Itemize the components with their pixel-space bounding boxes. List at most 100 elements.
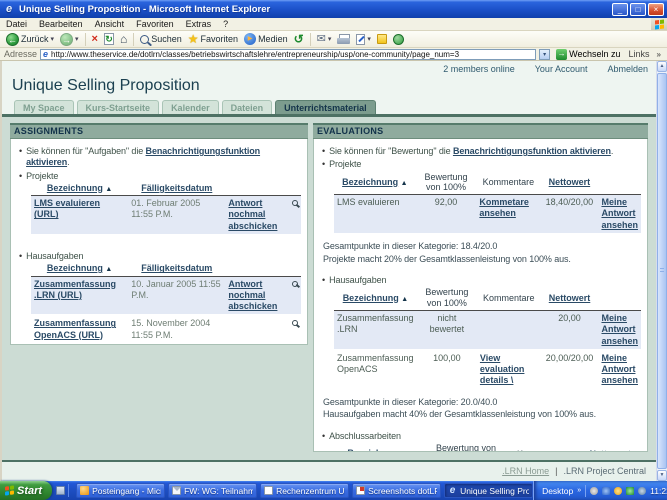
assignment-link[interactable]: Zusammenfassung OpenACS (URL) <box>34 318 116 339</box>
print-button[interactable] <box>335 32 352 47</box>
tab-kalender[interactable]: Kalender <box>162 100 219 114</box>
sort-header-bezeichnung[interactable]: Bezeichnung <box>47 263 103 273</box>
task-button-posteingang[interactable]: Posteingang - Micros... <box>76 483 166 498</box>
logout-link[interactable]: Abmelden <box>607 64 648 74</box>
sort-header-faelligkeitsdatum[interactable]: Fälligkeitsdatum <box>141 183 212 193</box>
go-button[interactable]: → Wechseln zu <box>553 48 623 60</box>
tab-unterrichtsmaterial[interactable]: Unterrichtsmaterial <box>275 100 376 114</box>
menu-item-hilfe[interactable]: ? <box>217 19 234 29</box>
go-label: Wechseln zu <box>569 49 621 59</box>
sort-asc-icon: ▲ <box>105 266 113 274</box>
home-button[interactable]: ⌂ <box>118 32 129 47</box>
maximize-button[interactable]: □ <box>630 2 646 16</box>
discuss-icon <box>376 34 387 44</box>
sort-header-faelligkeitsdatum[interactable]: Fälligkeitsdatum <box>141 263 212 273</box>
menu-item-bearbeiten[interactable]: Bearbeiten <box>33 19 89 29</box>
back-dropdown-icon[interactable]: ▾ <box>51 35 55 43</box>
menu-item-datei[interactable]: Datei <box>0 19 33 29</box>
windows-taskbar: Start Posteingang - Micros... FW: WG: Te… <box>0 481 667 500</box>
messenger-button[interactable] <box>391 32 406 47</box>
edit-button[interactable]: ▾ <box>354 32 373 47</box>
search-button[interactable]: Suchen <box>138 32 184 47</box>
edit-dropdown-icon[interactable]: ▾ <box>367 35 371 43</box>
tray-icon-1[interactable] <box>590 486 599 495</box>
address-dropdown-icon[interactable]: ▾ <box>539 48 551 60</box>
favorites-button[interactable]: ★ Favoriten <box>186 32 240 47</box>
tab-dateien[interactable]: Dateien <box>221 100 273 114</box>
forward-dropdown-icon[interactable]: ▾ <box>75 35 79 43</box>
media-button[interactable]: ▶ Medien <box>242 32 290 47</box>
column-header-kommentare: Kommentare <box>476 171 541 196</box>
desktop-chevron-icon[interactable]: » <box>577 487 581 494</box>
table-row: LMS evaluieren (URL) 01. Februar 2005 11… <box>31 195 301 235</box>
lrn-project-central-link[interactable]: .LRN Project Central <box>563 466 646 476</box>
sort-header-bezeichnung[interactable]: Bezeichnung <box>47 183 103 193</box>
tab-kurs-startseite[interactable]: Kurs-Startseite <box>76 100 160 114</box>
discuss-button[interactable] <box>375 32 389 47</box>
page-footer: .LRN Home | .LRN Project Central <box>2 460 656 481</box>
assignment-link[interactable]: LMS evaluieren (URL) <box>34 198 100 219</box>
sort-header-nettowert[interactable]: Nettowert <box>549 177 591 187</box>
tray-icon-5[interactable] <box>638 486 647 495</box>
mail-button[interactable]: ✉ ▾ <box>315 32 334 47</box>
menu-item-ansicht[interactable]: Ansicht <box>89 19 131 29</box>
column-header-bewertung: Bewertung von 100% <box>426 443 506 451</box>
history-button[interactable]: ↺ <box>292 32 306 47</box>
task-button-mail-message[interactable]: FW: WG: Teilnahme v... <box>168 483 258 498</box>
sort-header-nettowert[interactable]: Nettowert <box>549 293 591 303</box>
task-button-unique-selling[interactable]: e Unique Selling Proposi... <box>444 483 534 498</box>
start-button[interactable]: Start <box>0 481 53 500</box>
minimize-button[interactable]: _ <box>612 2 628 16</box>
task-button-rechenzentrum[interactable]: Rechenzentrum Uni K... <box>260 483 350 498</box>
view-answer-link[interactable]: Meine Antwort ansehen <box>601 353 638 386</box>
score-value: 100,00 <box>433 352 461 363</box>
column-header-kommentare: Kommentare <box>505 443 580 451</box>
close-button[interactable]: × <box>648 2 664 16</box>
view-answer-link[interactable]: Meine Antwort ansehen <box>601 313 638 346</box>
vertical-scrollbar[interactable]: ▲ ▼ <box>656 61 667 481</box>
menu-item-favoriten[interactable]: Favoriten <box>130 19 180 29</box>
tray-icon-2[interactable] <box>602 486 611 495</box>
sort-header-bezeichnung[interactable]: Bezeichnung <box>342 177 398 187</box>
sort-header-bezeichnung[interactable]: Bezeichnung <box>347 448 403 451</box>
notification-link[interactable]: Benachrichtigungsfunktion aktivieren <box>453 146 611 156</box>
evaluations-notify-line: Sie können für "Bewertung" die Benachric… <box>320 146 641 157</box>
category-total: Gesamtpunkte in dieser Kategorie: 18.4/2… <box>323 240 498 251</box>
stop-button[interactable]: × <box>90 32 100 47</box>
scrollbar-thumb[interactable] <box>657 73 667 469</box>
sort-header-bezeichnung[interactable]: Bezeichnung <box>343 293 399 303</box>
forward-icon: → <box>60 32 74 46</box>
task-button-screenshots[interactable]: Screenshots dotLR... <box>352 483 442 498</box>
toolbar-overflow-icon[interactable]: » <box>655 50 663 59</box>
view-answer-link[interactable]: Meine Antwort ansehen <box>601 197 638 230</box>
comments-link[interactable]: View evaluation details \ <box>480 353 525 386</box>
comments-link[interactable]: Kommetare ansehen <box>479 197 529 218</box>
tab-my-space[interactable]: My Space <box>14 100 74 114</box>
your-account-link[interactable]: Your Account <box>535 64 588 74</box>
tray-icon-3[interactable] <box>614 486 623 495</box>
refresh-button[interactable]: ↻ <box>102 32 116 47</box>
scroll-up-icon[interactable]: ▲ <box>657 61 667 72</box>
magnifier-icon[interactable] <box>292 200 298 207</box>
sort-header-nettowert[interactable]: Nettowert <box>590 449 632 451</box>
resubmit-link[interactable]: Antwort nochmal abschicken <box>228 279 277 312</box>
links-toolbar-label[interactable]: Links <box>627 49 652 59</box>
menu-item-extras[interactable]: Extras <box>180 19 218 29</box>
menu-bar: Datei Bearbeiten Ansicht Favoriten Extra… <box>0 18 667 31</box>
mail-dropdown-icon[interactable]: ▾ <box>328 35 332 43</box>
forward-button[interactable]: → ▾ <box>58 32 81 47</box>
quick-launch-icon[interactable] <box>56 486 66 495</box>
address-input[interactable]: e http://www.theservice.de/dotlrn/classe… <box>40 48 537 60</box>
desktop-toolbar-label[interactable]: Desktop <box>542 486 573 496</box>
print-icon <box>337 34 351 44</box>
magnifier-icon[interactable] <box>292 320 298 327</box>
assignment-link[interactable]: Zusammenfassung .LRN (URL) <box>34 279 116 300</box>
scroll-down-icon[interactable]: ▼ <box>657 470 667 481</box>
tray-icon-4[interactable] <box>626 486 635 495</box>
assignments-hausaufgaben-table: Bezeichnung ▲ Fälligkeitsdatum Zusammenf… <box>31 263 301 344</box>
resubmit-link[interactable]: Antwort nochmal abschicken <box>228 198 277 231</box>
ie-task-icon: e <box>449 485 456 496</box>
magnifier-icon[interactable] <box>292 280 298 287</box>
lrn-home-link[interactable]: .LRN Home <box>502 466 549 476</box>
back-button[interactable]: ← Zurück ▾ <box>4 32 56 47</box>
